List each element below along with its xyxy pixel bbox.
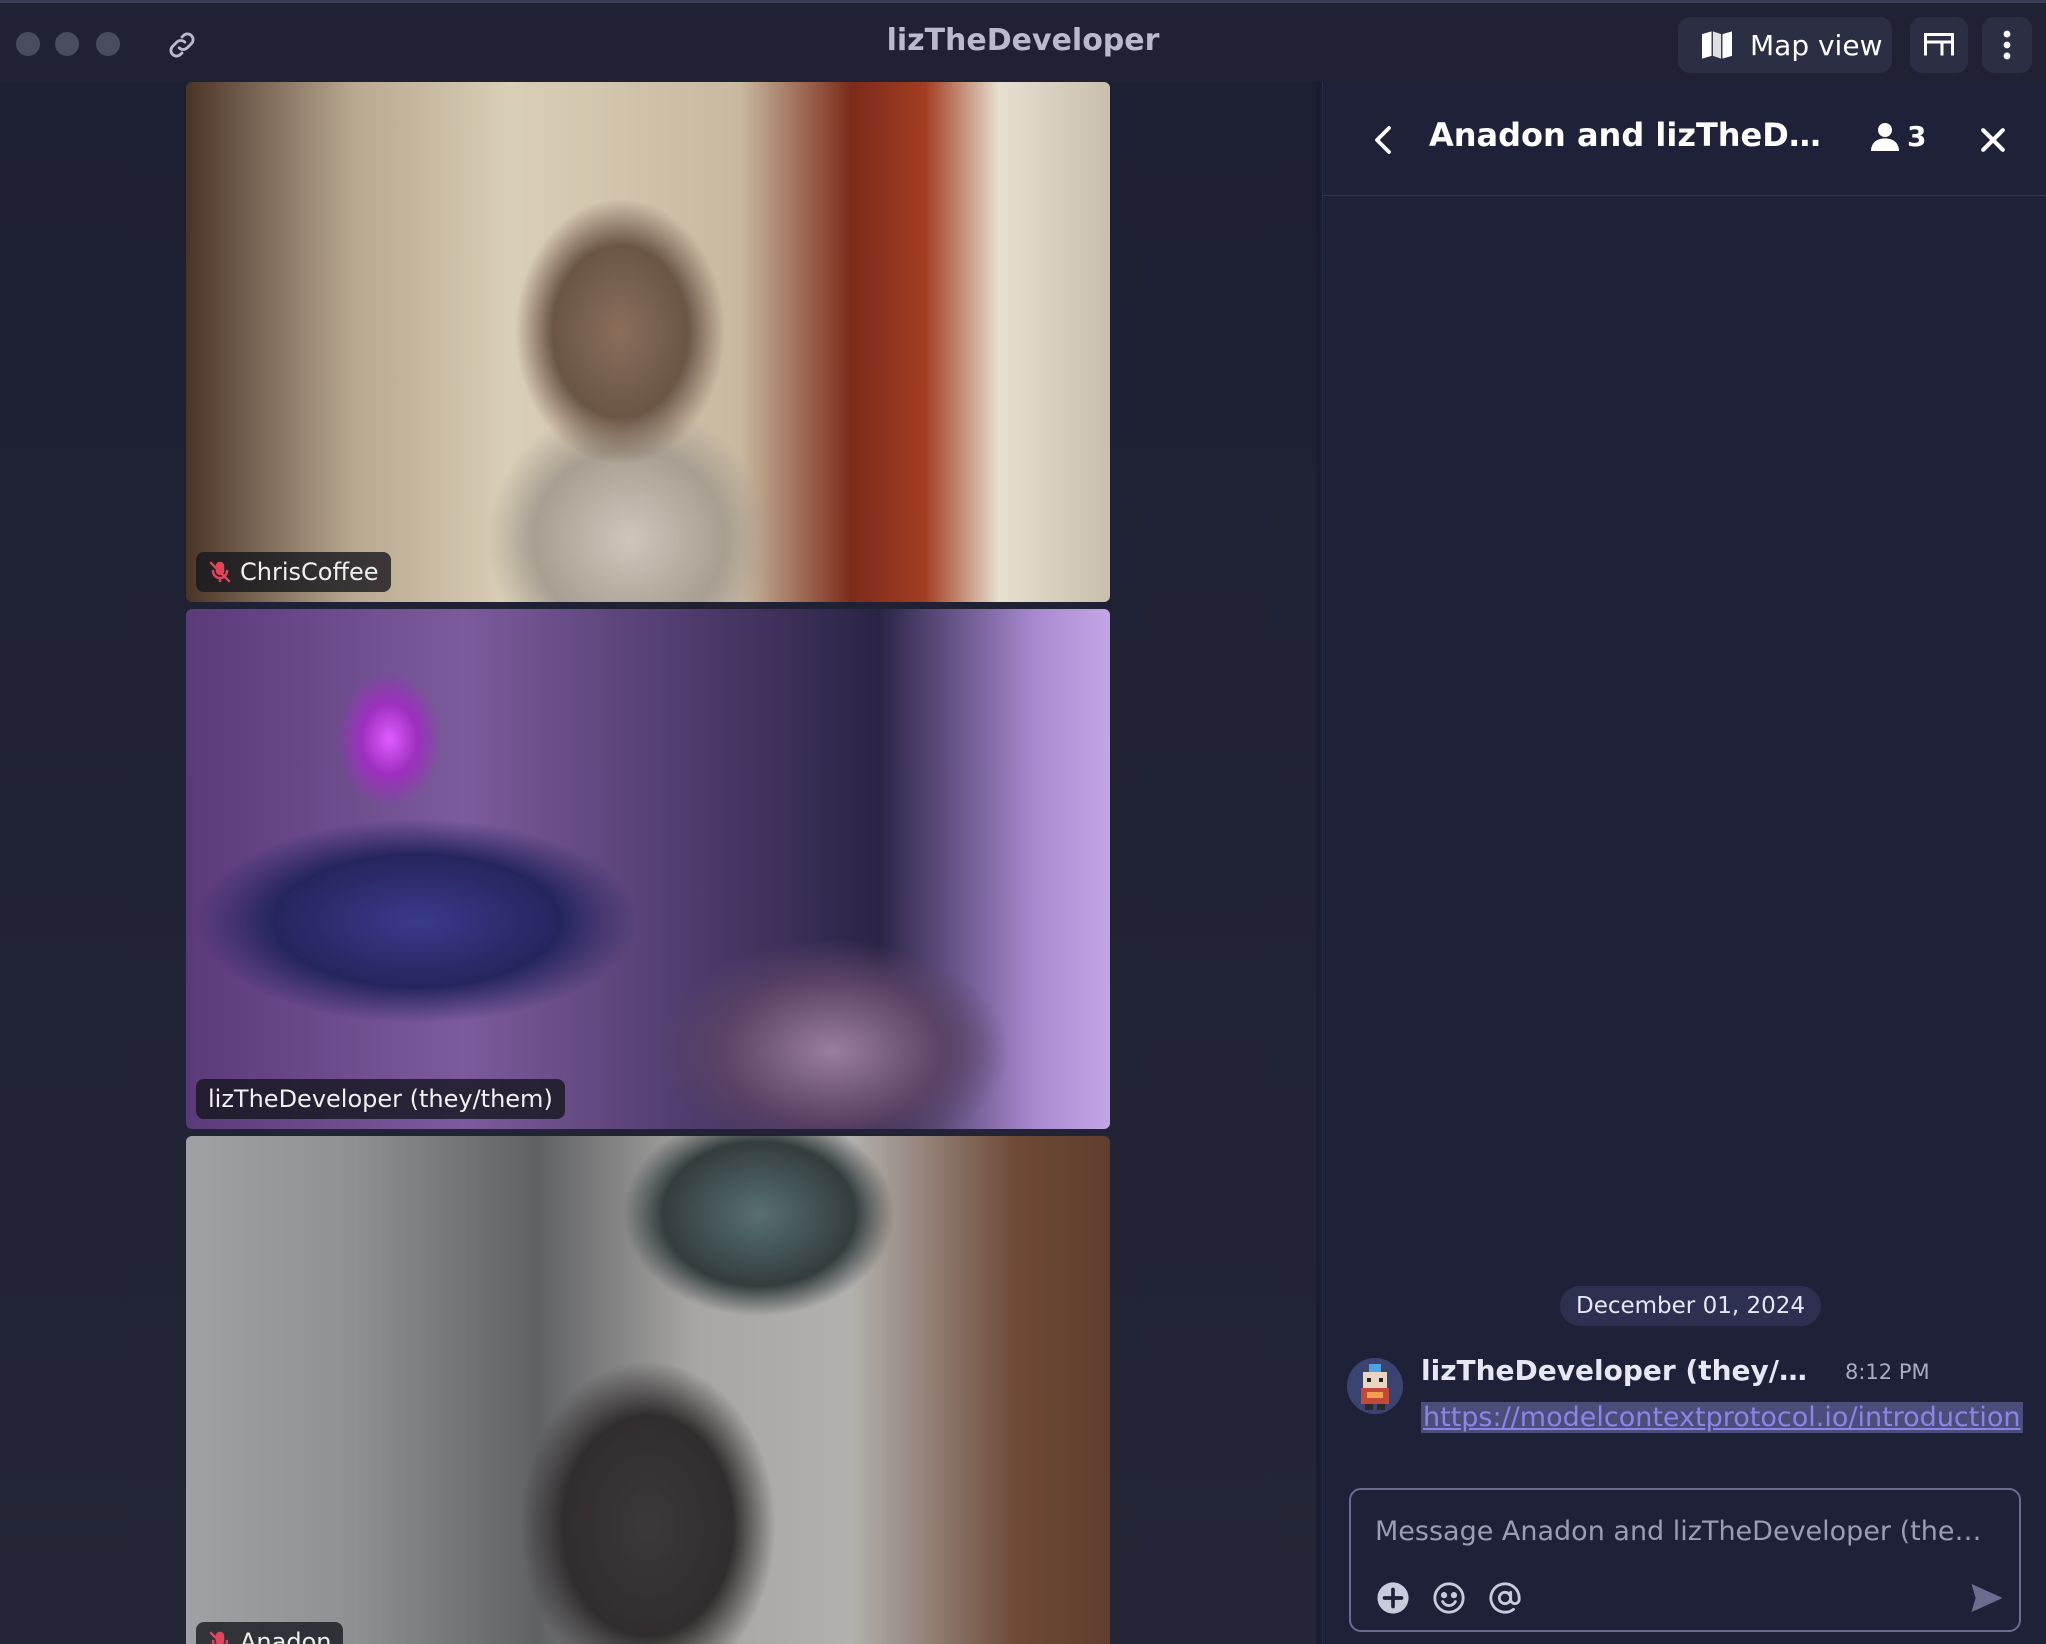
participant-nametag: ChrisCoffee [196, 552, 391, 592]
title-bar: lizTheDeveloper Map view [0, 0, 2046, 82]
video-tile[interactable]: Anadon [186, 1136, 1110, 1644]
person-icon [1871, 122, 1899, 151]
plus-circle-icon [1377, 1582, 1409, 1614]
desk-button[interactable] [1910, 17, 1968, 73]
chevron-left-icon [1375, 126, 1391, 154]
more-options-button[interactable] [1982, 17, 2032, 73]
member-count: 3 [1907, 120, 1927, 153]
pixel-avatar-icon [1347, 1358, 1403, 1414]
member-count-button[interactable]: 3 [1871, 120, 1926, 153]
message-composer [1349, 1488, 2021, 1632]
chat-title: Anadon and lizTheDeveloper (they/them) [1429, 116, 1829, 154]
mic-muted-icon [209, 1631, 229, 1644]
message-sender[interactable]: lizTheDeveloper (they/them) [1421, 1354, 1811, 1387]
chat-panel: Anadon and lizTheDeveloper (they/them) 3… [1322, 82, 2046, 1644]
more-vertical-icon [2003, 30, 2011, 60]
back-button[interactable] [1363, 120, 1403, 160]
chat-header: Anadon and lizTheDeveloper (they/them) 3 [1323, 82, 2046, 196]
participant-nametag: Anadon [196, 1622, 344, 1644]
close-chat-button[interactable] [1971, 118, 2015, 162]
map-icon [1702, 31, 1732, 59]
desk-icon [1924, 33, 1954, 56]
participant-name: lizTheDeveloper (they/them) [208, 1085, 553, 1113]
at-sign-icon [1489, 1582, 1521, 1614]
mention-button[interactable] [1485, 1578, 1525, 1618]
close-icon [1981, 128, 2005, 152]
chat-message: lizTheDeveloper (they/them) 8:12 PM http… [1347, 1354, 2037, 1454]
video-tile[interactable]: ChrisCoffee [186, 82, 1110, 602]
send-icon [1971, 1583, 2003, 1613]
video-tile[interactable]: lizTheDeveloper (they/them) [186, 609, 1110, 1129]
date-separator: December 01, 2024 [1560, 1286, 1822, 1326]
send-button[interactable] [1967, 1578, 2007, 1618]
map-view-button[interactable]: Map view [1678, 17, 1892, 73]
add-attachment-button[interactable] [1373, 1578, 1413, 1618]
mic-muted-icon [209, 561, 231, 583]
emoji-button[interactable] [1429, 1578, 1469, 1618]
message-link[interactable]: https://modelcontextprotocol.io/introduc… [1421, 1402, 2023, 1433]
message-input[interactable] [1375, 1516, 1995, 1547]
participant-name: Anadon [240, 1628, 332, 1644]
avatar[interactable] [1347, 1358, 1403, 1414]
participant-name: ChrisCoffee [240, 558, 379, 586]
map-view-label: Map view [1750, 28, 1883, 62]
participant-nametag: lizTheDeveloper (they/them) [196, 1079, 565, 1119]
smiley-icon [1433, 1582, 1465, 1614]
message-time: 8:12 PM [1845, 1360, 1930, 1384]
